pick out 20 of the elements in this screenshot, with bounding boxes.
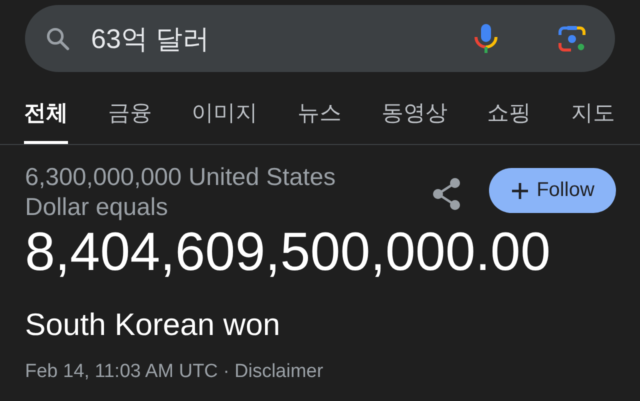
search-icon [45, 26, 71, 52]
tab[interactable]: 이미지 [192, 94, 258, 144]
follow-button[interactable]: Follow [489, 168, 616, 213]
tab[interactable]: 쇼핑 [487, 94, 532, 144]
tab[interactable]: 동영상 [381, 94, 448, 144]
converted-amount: 8,404,609,500,000.00 [25, 223, 552, 281]
plus-icon [510, 182, 529, 200]
source-amount-text: 6,300,000,000 United States Dollar equals [25, 163, 337, 223]
microphone-icon[interactable] [473, 22, 499, 54]
search-field[interactable]: 63억 달러 [25, 5, 615, 72]
share-icon[interactable] [431, 177, 463, 211]
tab[interactable]: 뉴스 [297, 94, 342, 144]
search-query: 63억 달러 [91, 22, 210, 56]
disclaimer-link[interactable]: Disclaimer [234, 361, 324, 383]
tab[interactable]: 전체 [24, 94, 68, 144]
tab[interactable]: 금융 [108, 94, 152, 144]
timestamp: Feb 14, 11:03 AM UTC · [25, 361, 230, 383]
tab[interactable]: 지도 [570, 94, 615, 144]
currency-name: South Korean won [25, 307, 282, 343]
camera-icon[interactable] [557, 24, 587, 54]
